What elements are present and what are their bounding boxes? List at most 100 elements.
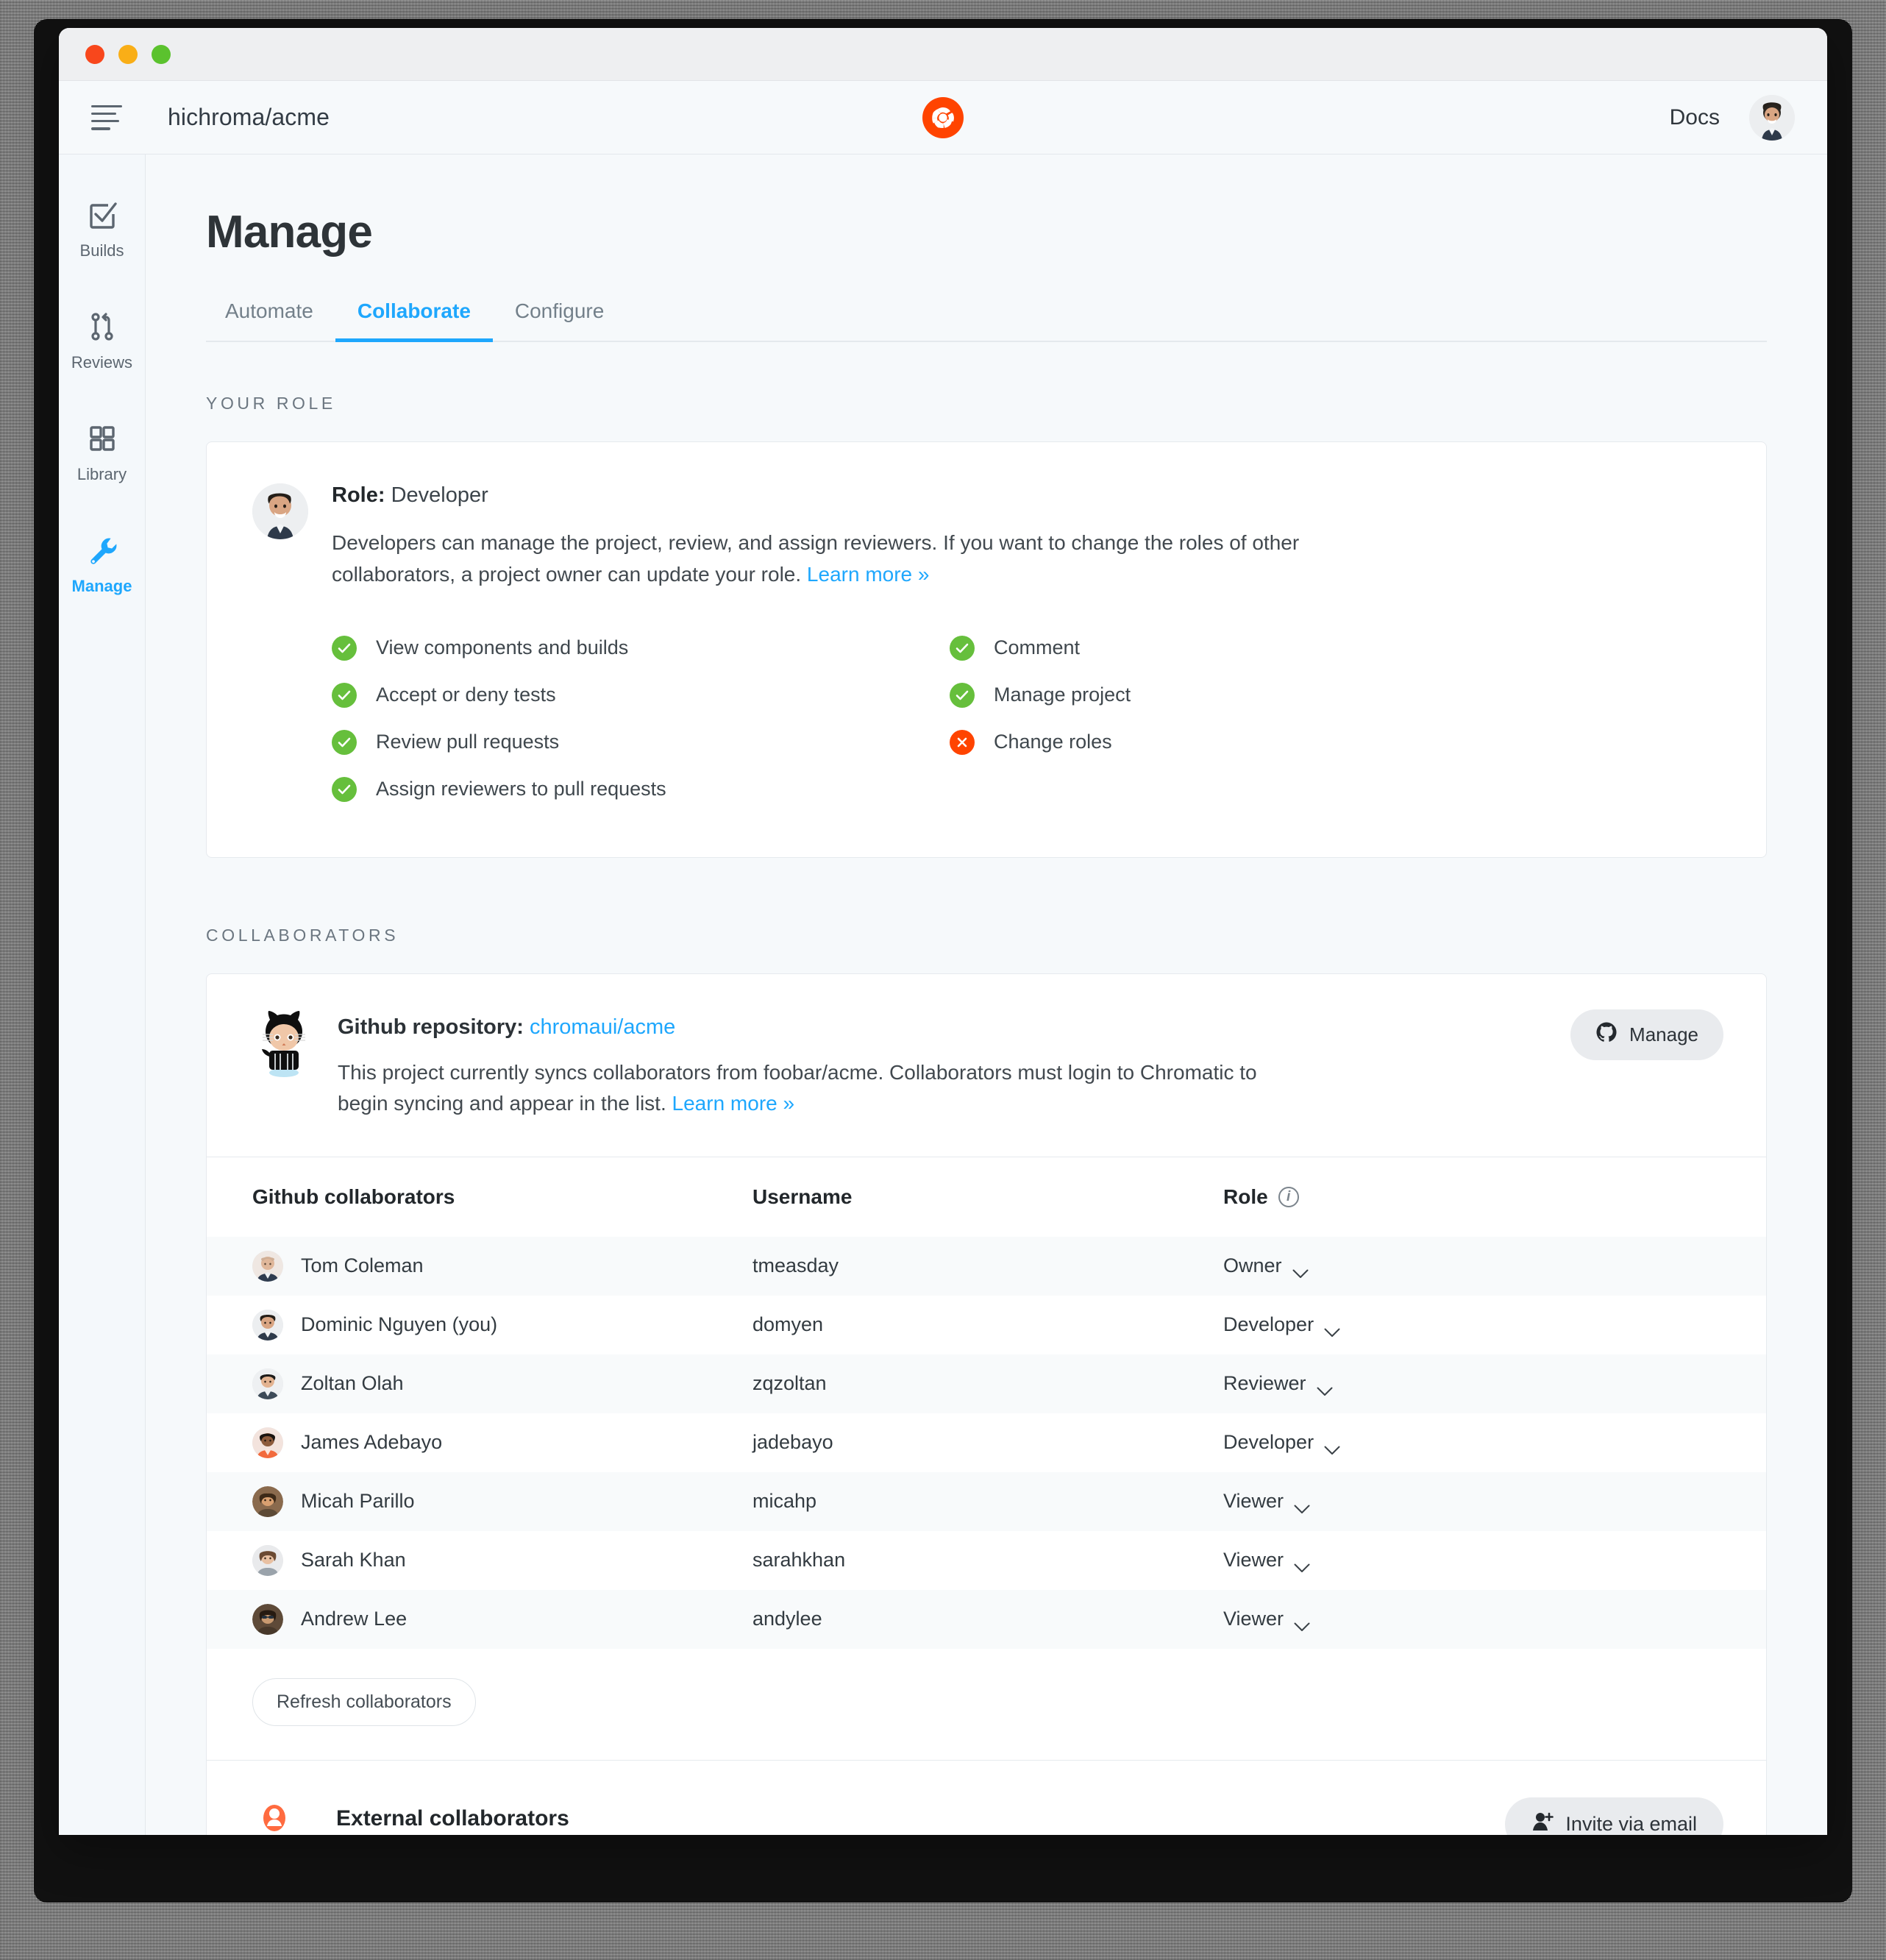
check-icon [332,635,357,661]
maximize-window-button[interactable] [152,44,171,64]
collaborator-name: Zoltan Olah [301,1372,404,1395]
permission-item: Comment [950,625,1720,672]
chevron-down-icon [1294,1555,1310,1573]
sidebar-item-reviews[interactable]: Reviews [59,294,145,387]
tab-bar: Automate Collaborate Configure [206,299,1767,342]
sidebar-item-library[interactable]: Library [59,406,145,499]
docs-link[interactable]: Docs [1670,105,1720,130]
collaborator-name: Andrew Lee [301,1608,408,1630]
collaborators-card: Github repository: chromaui/acme This pr… [206,973,1767,1835]
role-dropdown[interactable]: Viewer [1223,1549,1720,1573]
avatar [252,1250,283,1282]
role-line: Role: Developer [332,483,1720,508]
app-body: Builds Reviews Library Manage Manage Aut… [59,155,1827,1835]
avatar[interactable] [1749,94,1795,141]
check-icon [332,776,357,802]
role-dropdown-value: Developer [1223,1431,1314,1454]
collaborator-username: micahp [752,1490,817,1513]
table-header-row: Github collaborators Username Role i [207,1157,1766,1237]
tab-collaborate[interactable]: Collaborate [335,299,493,342]
role-dropdown-value: Viewer [1223,1490,1284,1513]
permission-item: Manage project [950,672,1720,719]
main-content: Manage Automate Collaborate Configure Yo… [146,155,1827,1835]
github-repo-link[interactable]: chromaui/acme [530,1015,675,1039]
permission-label: Manage project [994,683,1131,706]
permission-label: View components and builds [376,636,629,659]
collaborators-section-label: Collaborators [206,925,399,945]
role-value: Developer [391,483,488,507]
sidebar: Builds Reviews Library Manage [59,155,146,1835]
check-icon [950,635,975,661]
collaborator-username: zqzoltan [752,1372,827,1395]
github-repo-title: Github repository: chromaui/acme [338,1015,1720,1040]
app-header: hichroma/acme Docs [59,81,1827,155]
table-row[interactable]: Tom Coleman tmeasday Owner [207,1236,1766,1296]
check-icon [332,729,357,755]
column-header-role: Role i [1223,1185,1720,1209]
window-titlebar [59,28,1827,81]
close-window-button[interactable] [85,44,104,64]
role-dropdown[interactable]: Owner [1223,1254,1720,1279]
role-dropdown-value: Reviewer [1223,1372,1306,1395]
checkbox-icon [86,199,118,231]
sidebar-item-manage[interactable]: Manage [59,518,145,611]
table-row[interactable]: Andrew Lee andylee Viewer [207,1589,1766,1649]
permission-label: Change roles [994,731,1112,753]
github-icon [1595,1021,1618,1048]
learn-more-link[interactable]: Learn more » [807,563,930,586]
invite-via-email-button[interactable]: Invite via email [1505,1797,1723,1835]
collaborator-name: Tom Coleman [301,1254,424,1277]
column-header-collaborators: Github collaborators [252,1185,455,1208]
role-dropdown-value: Viewer [1223,1608,1284,1630]
role-dropdown[interactable]: Developer [1223,1313,1720,1338]
refresh-collaborators-button[interactable]: Refresh collaborators [252,1677,476,1726]
table-row[interactable]: James Adebayo jadebayo Developer [207,1413,1766,1472]
permission-item: Assign reviewers to pull requests [332,766,950,813]
hamburger-icon[interactable] [91,104,122,130]
chevron-down-icon [1292,1261,1309,1279]
breadcrumb[interactable]: hichroma/acme [168,104,330,131]
avatar [252,1544,283,1576]
role-dropdown[interactable]: Viewer [1223,1608,1720,1632]
avatar [252,1309,283,1341]
collaborator-name: Dominic Nguyen (you) [301,1313,498,1336]
sidebar-item-label: Reviews [71,353,133,372]
user-plus-icon [1531,1811,1554,1835]
page-title: Manage [206,207,373,258]
minimize-window-button[interactable] [118,44,138,64]
permission-label: Assign reviewers to pull requests [376,778,666,800]
tab-configure[interactable]: Configure [493,299,626,341]
tab-automate[interactable]: Automate [206,299,335,341]
avatar [252,1485,283,1517]
check-icon [332,682,357,708]
collaborators-table: Github collaborators Username Role i Tom… [207,1156,1766,1760]
sidebar-item-builds[interactable]: Builds [59,182,145,275]
github-manage-button[interactable]: Manage [1570,1009,1723,1060]
collaborator-username: sarahkhan [752,1549,846,1572]
your-role-card: Role: Developer Developers can manage th… [206,441,1767,858]
role-dropdown[interactable]: Reviewer [1223,1372,1720,1396]
table-row[interactable]: Micah Parillo micahp Viewer [207,1471,1766,1531]
role-dropdown[interactable]: Viewer [1223,1490,1720,1514]
column-header-username: Username [752,1185,853,1208]
permissions-grid: View components and builds Comment Accep… [332,625,1720,813]
external-collaborators-section: External collaborators Invite stakeholde… [207,1759,1766,1835]
role-dropdown[interactable]: Developer [1223,1431,1720,1455]
info-icon[interactable]: i [1278,1186,1299,1207]
github-manage-button-label: Manage [1629,1023,1698,1045]
github-repo-description-text: This project currently syncs collaborato… [338,1060,1257,1115]
octocat-icon [252,1010,316,1077]
collaborator-name: Sarah Khan [301,1549,406,1572]
avatar [252,1603,283,1635]
avatar [252,1368,283,1399]
learn-more-link[interactable]: Learn more » [672,1092,795,1115]
table-row[interactable]: Sarah Khan sarahkhan Viewer [207,1531,1766,1590]
chevron-down-icon [1294,1496,1310,1514]
chromatic-logo-icon[interactable] [922,96,964,138]
permission-item: Review pull requests [332,719,950,766]
chevron-down-icon [1324,1438,1340,1455]
table-row[interactable]: Zoltan Olah zqzoltan Reviewer [207,1354,1766,1413]
permission-label: Review pull requests [376,731,560,753]
permission-item: View components and builds [332,625,950,672]
table-row[interactable]: Dominic Nguyen (you) domyen Developer [207,1296,1766,1354]
